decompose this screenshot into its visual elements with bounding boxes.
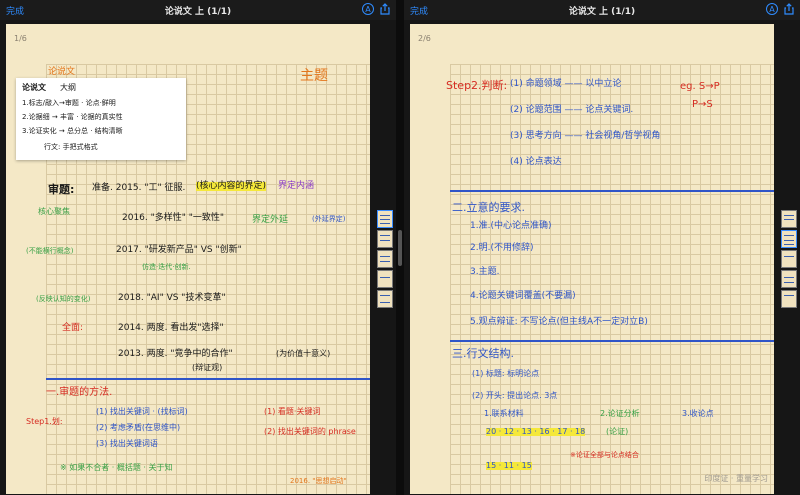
right-thumbnail-1[interactable]: [781, 210, 797, 228]
card-line-1: 1.标志/敲入→审题 · 论点·鲜明: [22, 99, 116, 107]
card-line-2: 2.论据细 → 丰富 · 论据的真实性: [22, 113, 123, 121]
left-markup-icon[interactable]: A: [362, 3, 374, 15]
req-2: 2.明.(不用修辞): [470, 243, 534, 253]
right-thumbnail-4[interactable]: [781, 270, 797, 288]
section-3-title: 三.行文结构.: [452, 347, 514, 360]
shenti-label: 审题:: [48, 183, 75, 196]
left-share-icon[interactable]: [379, 3, 391, 15]
section-2-title: 二.立意的要求.: [452, 201, 525, 214]
bottom-note: ※ 如果不合者 · 概括题 · 关于知: [60, 463, 173, 472]
split-view-divider[interactable]: [396, 0, 404, 495]
card-line-4: 行文: 手把式格式: [44, 143, 98, 151]
left-thumbnail-1[interactable]: [377, 210, 393, 228]
year-2015-highlight: (核心内容的界定): [196, 181, 267, 191]
left-thumbnail-3[interactable]: [377, 250, 393, 268]
year-2015-note: 界定内涵: [278, 181, 315, 191]
bujie-note: (不能横行概念): [26, 247, 74, 255]
section-1-title: 一.审题的方法.: [46, 387, 113, 398]
judge-3: (3) 思考方向 —— 社会视角/哲学视角: [510, 131, 661, 141]
right-page-thumbnails: [780, 208, 798, 310]
step-2-label: Step2.判断:: [446, 79, 508, 92]
year-2013: 2013. 两度. "竞争中的合作": [118, 349, 233, 359]
year-2016-sub: (外延界定): [312, 215, 346, 223]
card-subtitle: 大纲: [60, 83, 76, 92]
req-3: 3.主题.: [470, 267, 500, 277]
header-zhuti: 主题: [300, 68, 328, 84]
right-markup-icon[interactable]: A: [766, 3, 778, 15]
year-2013-sub: (辩证观): [192, 363, 223, 372]
right-share-icon[interactable]: [783, 3, 795, 15]
req-4: 4.论题关键词覆盖(不要漏): [470, 291, 576, 301]
struct-3a: 1.联系材料: [484, 409, 524, 418]
judge-4: (4) 论点表达: [510, 157, 562, 167]
quanmian-label: 全面:: [62, 323, 84, 333]
right-note-page: 2/6 Step2.判断: (1) 命题领域 —— 以中立论 (2) 论题范围 …: [410, 24, 774, 494]
left-thumbnail-4[interactable]: [377, 270, 393, 288]
left-thumbnail-5[interactable]: [377, 290, 393, 308]
left-page-number: 1/6: [14, 34, 27, 43]
struct-3b: 2.论证分析: [600, 409, 640, 418]
footer-note: 2016. "思想启动": [290, 477, 347, 485]
struct-numbers: 20 · 12 · 13 · 16 · 17 · 18: [486, 427, 586, 436]
struct-3c: 3.收论点: [682, 409, 714, 418]
header-lunshuowen: 论说文: [48, 67, 76, 77]
struct-numbers-2: 15 · 11 · 15: [486, 461, 532, 470]
right-pane: 完成 论说文 上 (1/1) A 2/6 Step2.判断: (1) 命题领域 …: [404, 0, 800, 495]
right-document-title: 论说文 上 (1/1): [568, 7, 636, 17]
outline-card: 论说文 大纲 1.标志/敲入→审题 · 论点·鲜明 2.论据细 → 丰富 · 论…: [16, 78, 186, 160]
right-rule-2: [450, 340, 774, 342]
year-2017-note: 仿造·迭代·创新.: [142, 263, 191, 271]
right-rule-1: [450, 190, 774, 192]
year-2017: 2017. "研发新产品" VS "创新": [116, 245, 242, 255]
req-5: 5.观点辩证: 不写论点(但主线A不一定对立B): [470, 317, 648, 327]
year-2015: 准备. 2015. "工" 征服.: [92, 183, 186, 193]
example-1: eg. S→P: [680, 81, 720, 92]
ai-note: (反映认知的变化): [36, 295, 91, 303]
left-pane: 完成 论说文 上 (1/1) A 1/6 论说文 主题 论说文 大纲 1.标志/…: [0, 0, 396, 495]
right-page-number: 2/6: [418, 34, 431, 43]
judge-1: (1) 命题领域 —— 以中立论: [510, 79, 622, 89]
section-rule: [46, 378, 370, 380]
year-2018: 2018. "AI" VS "技术变革": [118, 293, 226, 303]
watermark: 印度证 · 重量学习: [704, 474, 768, 483]
year-2016: 2016. "多样性" "一致性": [122, 213, 225, 223]
judge-2: (2) 论题范围 —— 论点关键词.: [510, 105, 634, 115]
left-note-page: 1/6 论说文 主题 论说文 大纲 1.标志/敲入→审题 · 论点·鲜明 2.论…: [6, 24, 370, 494]
left-toolbar: 完成 论说文 上 (1/1) A: [0, 0, 396, 20]
method-note-1: (1) 看题·关键词: [264, 407, 321, 416]
right-thumbnail-2[interactable]: [781, 230, 797, 248]
right-toolbar: 完成 论说文 上 (1/1) A: [404, 0, 800, 20]
heyin-note: 核心聚焦: [38, 207, 70, 216]
left-document-title: 论说文 上 (1/1): [164, 7, 232, 17]
card-line-3: 3.论证实化 → 总分总 · 结构清晰: [22, 127, 123, 135]
struct-note: ※论证全部与论点结合: [570, 451, 639, 459]
left-page-thumbnails: [376, 208, 394, 310]
year-2013-note: (为价值十意义): [276, 349, 331, 358]
method-1: (1) 找出关键词 · (找标词): [96, 407, 188, 416]
right-thumbnail-3[interactable]: [781, 250, 797, 268]
right-thumbnail-5[interactable]: [781, 290, 797, 308]
method-note-2: (2) 找出关键词的 phrase: [264, 427, 356, 436]
year-2014: 2014. 两度. 看出发"选择": [118, 323, 224, 333]
struct-2: (2) 开头: 提出论点. 3点: [472, 391, 558, 400]
struct-verify: (论证): [606, 427, 629, 436]
method-3: (3) 找出关键词语: [96, 439, 158, 448]
req-1: 1.准.(中心论点准确): [470, 221, 552, 231]
example-2: P→S: [692, 99, 713, 110]
method-2: (2) 考虑矛盾(在思维中): [96, 423, 181, 432]
step-1-label: Step1.划:: [26, 417, 63, 426]
struct-1: (1) 标题: 标明论点: [472, 369, 540, 378]
card-title: 论说文: [22, 83, 46, 92]
year-2016-note: 界定外延: [252, 215, 289, 225]
left-thumbnail-2[interactable]: [377, 230, 393, 248]
